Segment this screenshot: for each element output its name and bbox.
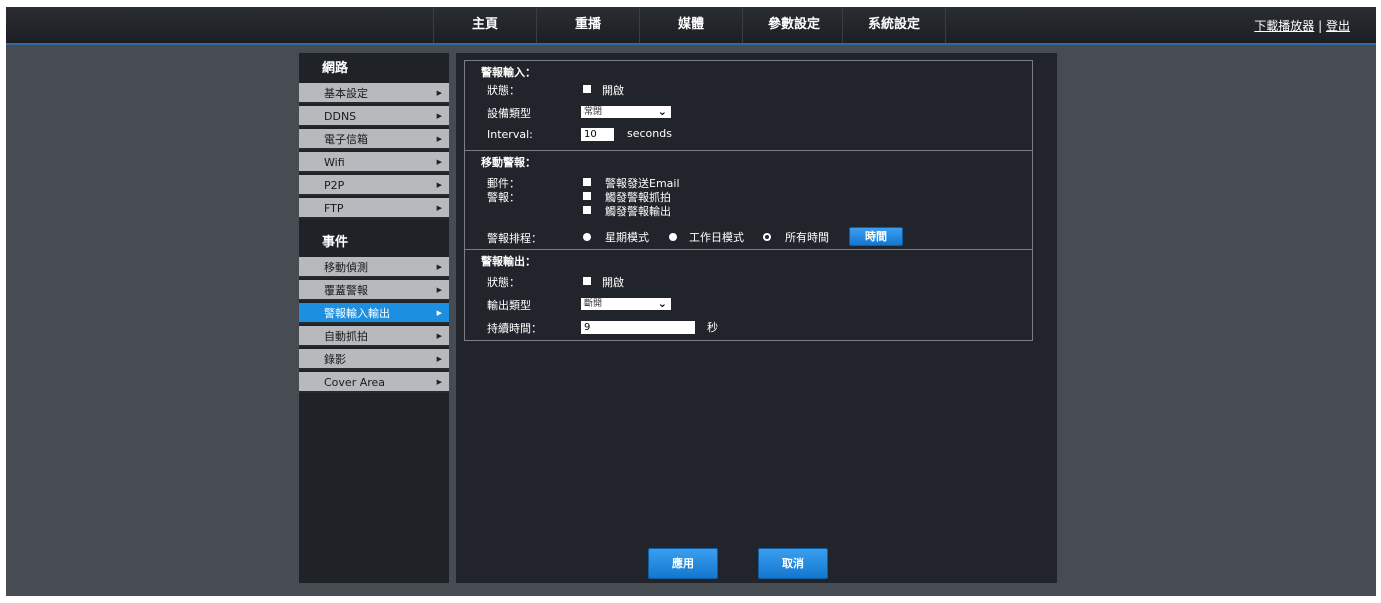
alarm-output-enable-checkbox[interactable] — [583, 277, 591, 285]
sidebar-section-event: 事件 — [322, 235, 349, 250]
top-links: 下載播放器 | 登出 — [1254, 17, 1350, 34]
schedule-weekly-label: 星期模式 — [605, 231, 649, 244]
chevron-right-icon: ▶ — [436, 309, 442, 317]
alarm-input-section: 警報輸入： 狀態： 開啟 設備類型 常閉 ⌄ Interval: 10 secon… — [464, 60, 1033, 151]
link-separator: | — [1318, 19, 1323, 33]
alarm-input-status-label: 狀態： — [487, 84, 520, 97]
sidebar-item-auto-capture[interactable]: 自動抓拍 ▶ — [299, 326, 449, 347]
schedule-all-label: 所有時間 — [785, 231, 829, 244]
interval-input[interactable]: 10 — [581, 128, 614, 141]
alarm-label: 警報： — [487, 191, 520, 204]
alarm-io-panel: 警報輸入： 狀態： 開啟 設備類型 常閉 ⌄ Interval: 10 secon… — [456, 53, 1057, 583]
alarm-output-checkbox[interactable] — [583, 206, 591, 214]
duration-unit: 秒 — [707, 321, 718, 334]
schedule-workday-label: 工作日模式 — [689, 231, 744, 244]
schedule-weekly-radio[interactable] — [583, 233, 591, 241]
sidebar-item-label: Wifi — [324, 156, 345, 169]
sidebar-item-alarm-io[interactable]: 警報輸入輸出 ▶ — [299, 303, 449, 324]
sidebar-item-email[interactable]: 電子信箱 ▶ — [299, 129, 449, 150]
schedule-label: 警報排程： — [487, 232, 542, 245]
alarm-input-enable-checkbox[interactable] — [583, 85, 591, 93]
chevron-right-icon: ▶ — [436, 89, 442, 97]
sidebar-item-recording[interactable]: 錄影 ▶ — [299, 349, 449, 370]
output-type-label: 輸出類型 — [487, 299, 531, 312]
motion-alarm-title: 移動警報： — [481, 156, 536, 169]
sidebar-item-tamper-alarm[interactable]: 覆蓋警報 ▶ — [299, 280, 449, 301]
chevron-right-icon: ▶ — [436, 378, 442, 386]
alarm-input-title: 警報輸入： — [481, 66, 536, 79]
sidebar-item-ddns[interactable]: DDNS ▶ — [299, 106, 449, 127]
sidebar-item-label: 電子信箱 — [324, 133, 368, 146]
nav-system-settings[interactable]: 系統設定 — [842, 7, 945, 43]
interval-unit: seconds — [627, 127, 672, 140]
duration-input[interactable]: 9 — [581, 321, 695, 334]
chevron-right-icon: ▶ — [436, 181, 442, 189]
top-nav-bar: 主頁 重播 媒體 參數設定 系統設定 下載播放器 | 登出 — [6, 7, 1376, 45]
chevron-right-icon: ▶ — [436, 204, 442, 212]
cancel-button[interactable]: 取消 — [758, 548, 828, 579]
sidebar-item-label: FTP — [324, 202, 344, 215]
chevron-right-icon: ▶ — [436, 286, 442, 294]
time-button[interactable]: 時間 — [849, 227, 903, 246]
duration-label: 持續時間： — [487, 322, 542, 335]
sidebar-item-motion-detection[interactable]: 移動偵測 ▶ — [299, 257, 449, 278]
alarm-email-checkbox[interactable] — [583, 178, 591, 186]
sidebar-item-p2p[interactable]: P2P ▶ — [299, 175, 449, 196]
schedule-workday-radio[interactable] — [669, 233, 677, 241]
chevron-right-icon: ▶ — [436, 112, 442, 120]
output-type-value: 斷開 — [584, 299, 603, 309]
sidebar-item-label: 移動偵測 — [324, 261, 368, 274]
device-type-select[interactable]: 常閉 ⌄ — [581, 106, 671, 118]
output-type-select[interactable]: 斷開 ⌄ — [581, 298, 671, 310]
chevron-down-icon: ⌄ — [657, 297, 667, 310]
sidebar-item-label: 錄影 — [324, 353, 346, 366]
chevron-right-icon: ▶ — [436, 332, 442, 340]
logout-link[interactable]: 登出 — [1326, 19, 1350, 33]
alarm-input-enable-label: 開啟 — [602, 84, 624, 97]
sidebar-item-label: 警報輸入輸出 — [324, 307, 390, 320]
alarm-output-enable-label: 開啟 — [602, 276, 624, 289]
interval-label: Interval: — [487, 128, 533, 141]
download-player-link[interactable]: 下載播放器 — [1254, 19, 1314, 33]
sidebar-item-label: P2P — [324, 179, 345, 192]
sidebar-item-label: Cover Area — [324, 376, 386, 389]
nav-parameter-settings[interactable]: 參數設定 — [742, 7, 845, 43]
device-type-label: 設備類型 — [487, 107, 531, 120]
nav-divider — [945, 7, 946, 43]
sidebar-item-label: DDNS — [324, 110, 357, 123]
nav-media[interactable]: 媒體 — [639, 7, 742, 43]
chevron-right-icon: ▶ — [436, 135, 442, 143]
sidebar-item-cover-area[interactable]: Cover Area ▶ — [299, 372, 449, 393]
alarm-capture-checkbox[interactable] — [583, 192, 591, 200]
chevron-right-icon: ▶ — [436, 263, 442, 271]
sidebar-item-label: 覆蓋警報 — [324, 284, 368, 297]
sidebar-section-network: 網路 — [322, 61, 349, 76]
sidebar-item-label: 基本設定 — [324, 87, 368, 100]
alarm-output-option: 觸發警報輸出 — [605, 205, 671, 218]
alarm-output-status-label: 狀態： — [487, 276, 520, 289]
alarm-output-title: 警報輸出： — [481, 255, 536, 268]
chevron-down-icon: ⌄ — [657, 105, 667, 118]
sidebar-item-label: 自動抓拍 — [324, 330, 368, 343]
sidebar-item-basic-settings[interactable]: 基本設定 ▶ — [299, 83, 449, 104]
sidebar-item-wifi[interactable]: Wifi ▶ — [299, 152, 449, 173]
device-type-value: 常閉 — [584, 107, 603, 117]
motion-alarm-section: 移動警報： 郵件： 警報發送Email 警報： 觸發警報抓拍 觸發警報輸出 警報… — [464, 150, 1033, 250]
nav-home[interactable]: 主頁 — [433, 7, 536, 43]
schedule-all-radio[interactable] — [763, 233, 771, 241]
chevron-right-icon: ▶ — [436, 158, 442, 166]
settings-sidebar: 網路 基本設定 ▶ DDNS ▶ 電子信箱 ▶ Wifi ▶ P2P ▶ FTP ▶ 事件 … — [299, 53, 449, 583]
apply-button[interactable]: 應用 — [648, 548, 718, 579]
sidebar-item-ftp[interactable]: FTP ▶ — [299, 198, 449, 219]
nav-playback[interactable]: 重播 — [536, 7, 639, 43]
app-frame: 主頁 重播 媒體 參數設定 系統設定 下載播放器 | 登出 網路 基本設定 ▶ D… — [6, 7, 1376, 596]
chevron-right-icon: ▶ — [436, 355, 442, 363]
alarm-output-section: 警報輸出： 狀態： 開啟 輸出類型 斷開 ⌄ 持續時間： 9 秒 — [464, 249, 1033, 341]
